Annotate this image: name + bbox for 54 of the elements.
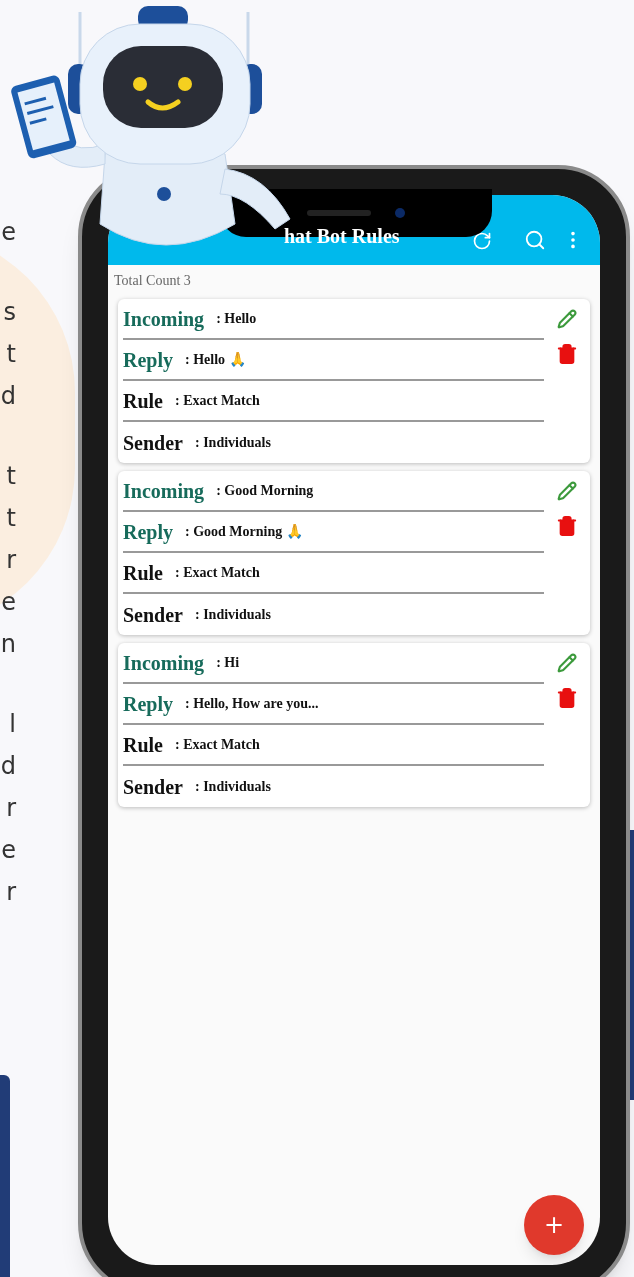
- cut-off-text: e: [1, 587, 16, 618]
- rule-card[interactable]: Incoming : Hi Reply : Hello, How are you... Rule : Exact Match Sender : Individuals: [118, 643, 590, 807]
- cut-off-text: t: [6, 461, 16, 492]
- field-label: Rule: [123, 560, 163, 586]
- cut-off-text: r: [6, 545, 16, 576]
- cut-off-text: d: [0, 381, 16, 412]
- field-label: Incoming: [123, 478, 205, 505]
- delete-icon[interactable]: [556, 687, 578, 709]
- field-value: : Individuals: [195, 606, 271, 624]
- delete-icon[interactable]: [556, 515, 578, 537]
- cut-off-text: n: [0, 629, 16, 660]
- delete-icon[interactable]: [556, 343, 578, 365]
- field-label: Reply: [123, 519, 173, 546]
- field-label: Reply: [123, 691, 173, 718]
- add-button[interactable]: +: [524, 1195, 584, 1255]
- field-value: : Individuals: [195, 434, 271, 452]
- field-label: Rule: [123, 732, 163, 758]
- total-count: Total Count 3: [114, 272, 192, 290]
- rule-card[interactable]: Incoming : Hello Reply : Hello 🙏 Rule : Exact Match Sender : Individuals: [118, 299, 590, 463]
- search-icon[interactable]: [524, 229, 546, 251]
- field-value: : Good Morning 🙏: [185, 523, 303, 541]
- field-label: Sender: [123, 602, 183, 628]
- field-label: Sender: [123, 774, 183, 800]
- field-label: Incoming: [123, 650, 205, 677]
- field-value: : Hello, How are you...: [185, 695, 319, 713]
- edit-icon[interactable]: [557, 309, 577, 329]
- cut-off-text: s: [3, 297, 16, 328]
- cut-off-text: d: [0, 751, 16, 782]
- cut-off-text: t: [6, 339, 16, 370]
- cut-off-text: e: [1, 217, 16, 248]
- cut-off-text: r: [6, 793, 16, 824]
- cut-off-text: l: [9, 709, 16, 740]
- speaker-icon: [307, 210, 371, 216]
- field-label: Rule: [123, 388, 163, 414]
- field-value: : Hello 🙏: [185, 351, 246, 369]
- field-value: : Good Morning: [216, 482, 314, 500]
- field-value: : Hello: [216, 310, 257, 328]
- app-title: hat Bot Rules: [284, 224, 400, 249]
- edit-icon[interactable]: [557, 653, 577, 673]
- field-label: Incoming: [123, 306, 205, 333]
- cut-off-text: r: [6, 877, 16, 908]
- field-label: Reply: [123, 347, 173, 374]
- field-value: : Exact Match: [175, 392, 260, 410]
- field-value: : Hi: [216, 654, 240, 672]
- cut-off-text: t: [6, 503, 16, 534]
- field-label: Sender: [123, 430, 183, 456]
- refresh-icon[interactable]: [472, 231, 492, 251]
- field-value: : Exact Match: [175, 736, 260, 754]
- cut-off-text: e: [1, 835, 16, 866]
- field-value: : Exact Match: [175, 564, 260, 582]
- edit-icon[interactable]: [557, 481, 577, 501]
- rule-card[interactable]: Incoming : Good Morning Reply : Good Morning 🙏 Rule : Exact Match Sender : Individuals: [118, 471, 590, 635]
- field-value: : Individuals: [195, 778, 271, 796]
- camera-icon: [395, 208, 405, 218]
